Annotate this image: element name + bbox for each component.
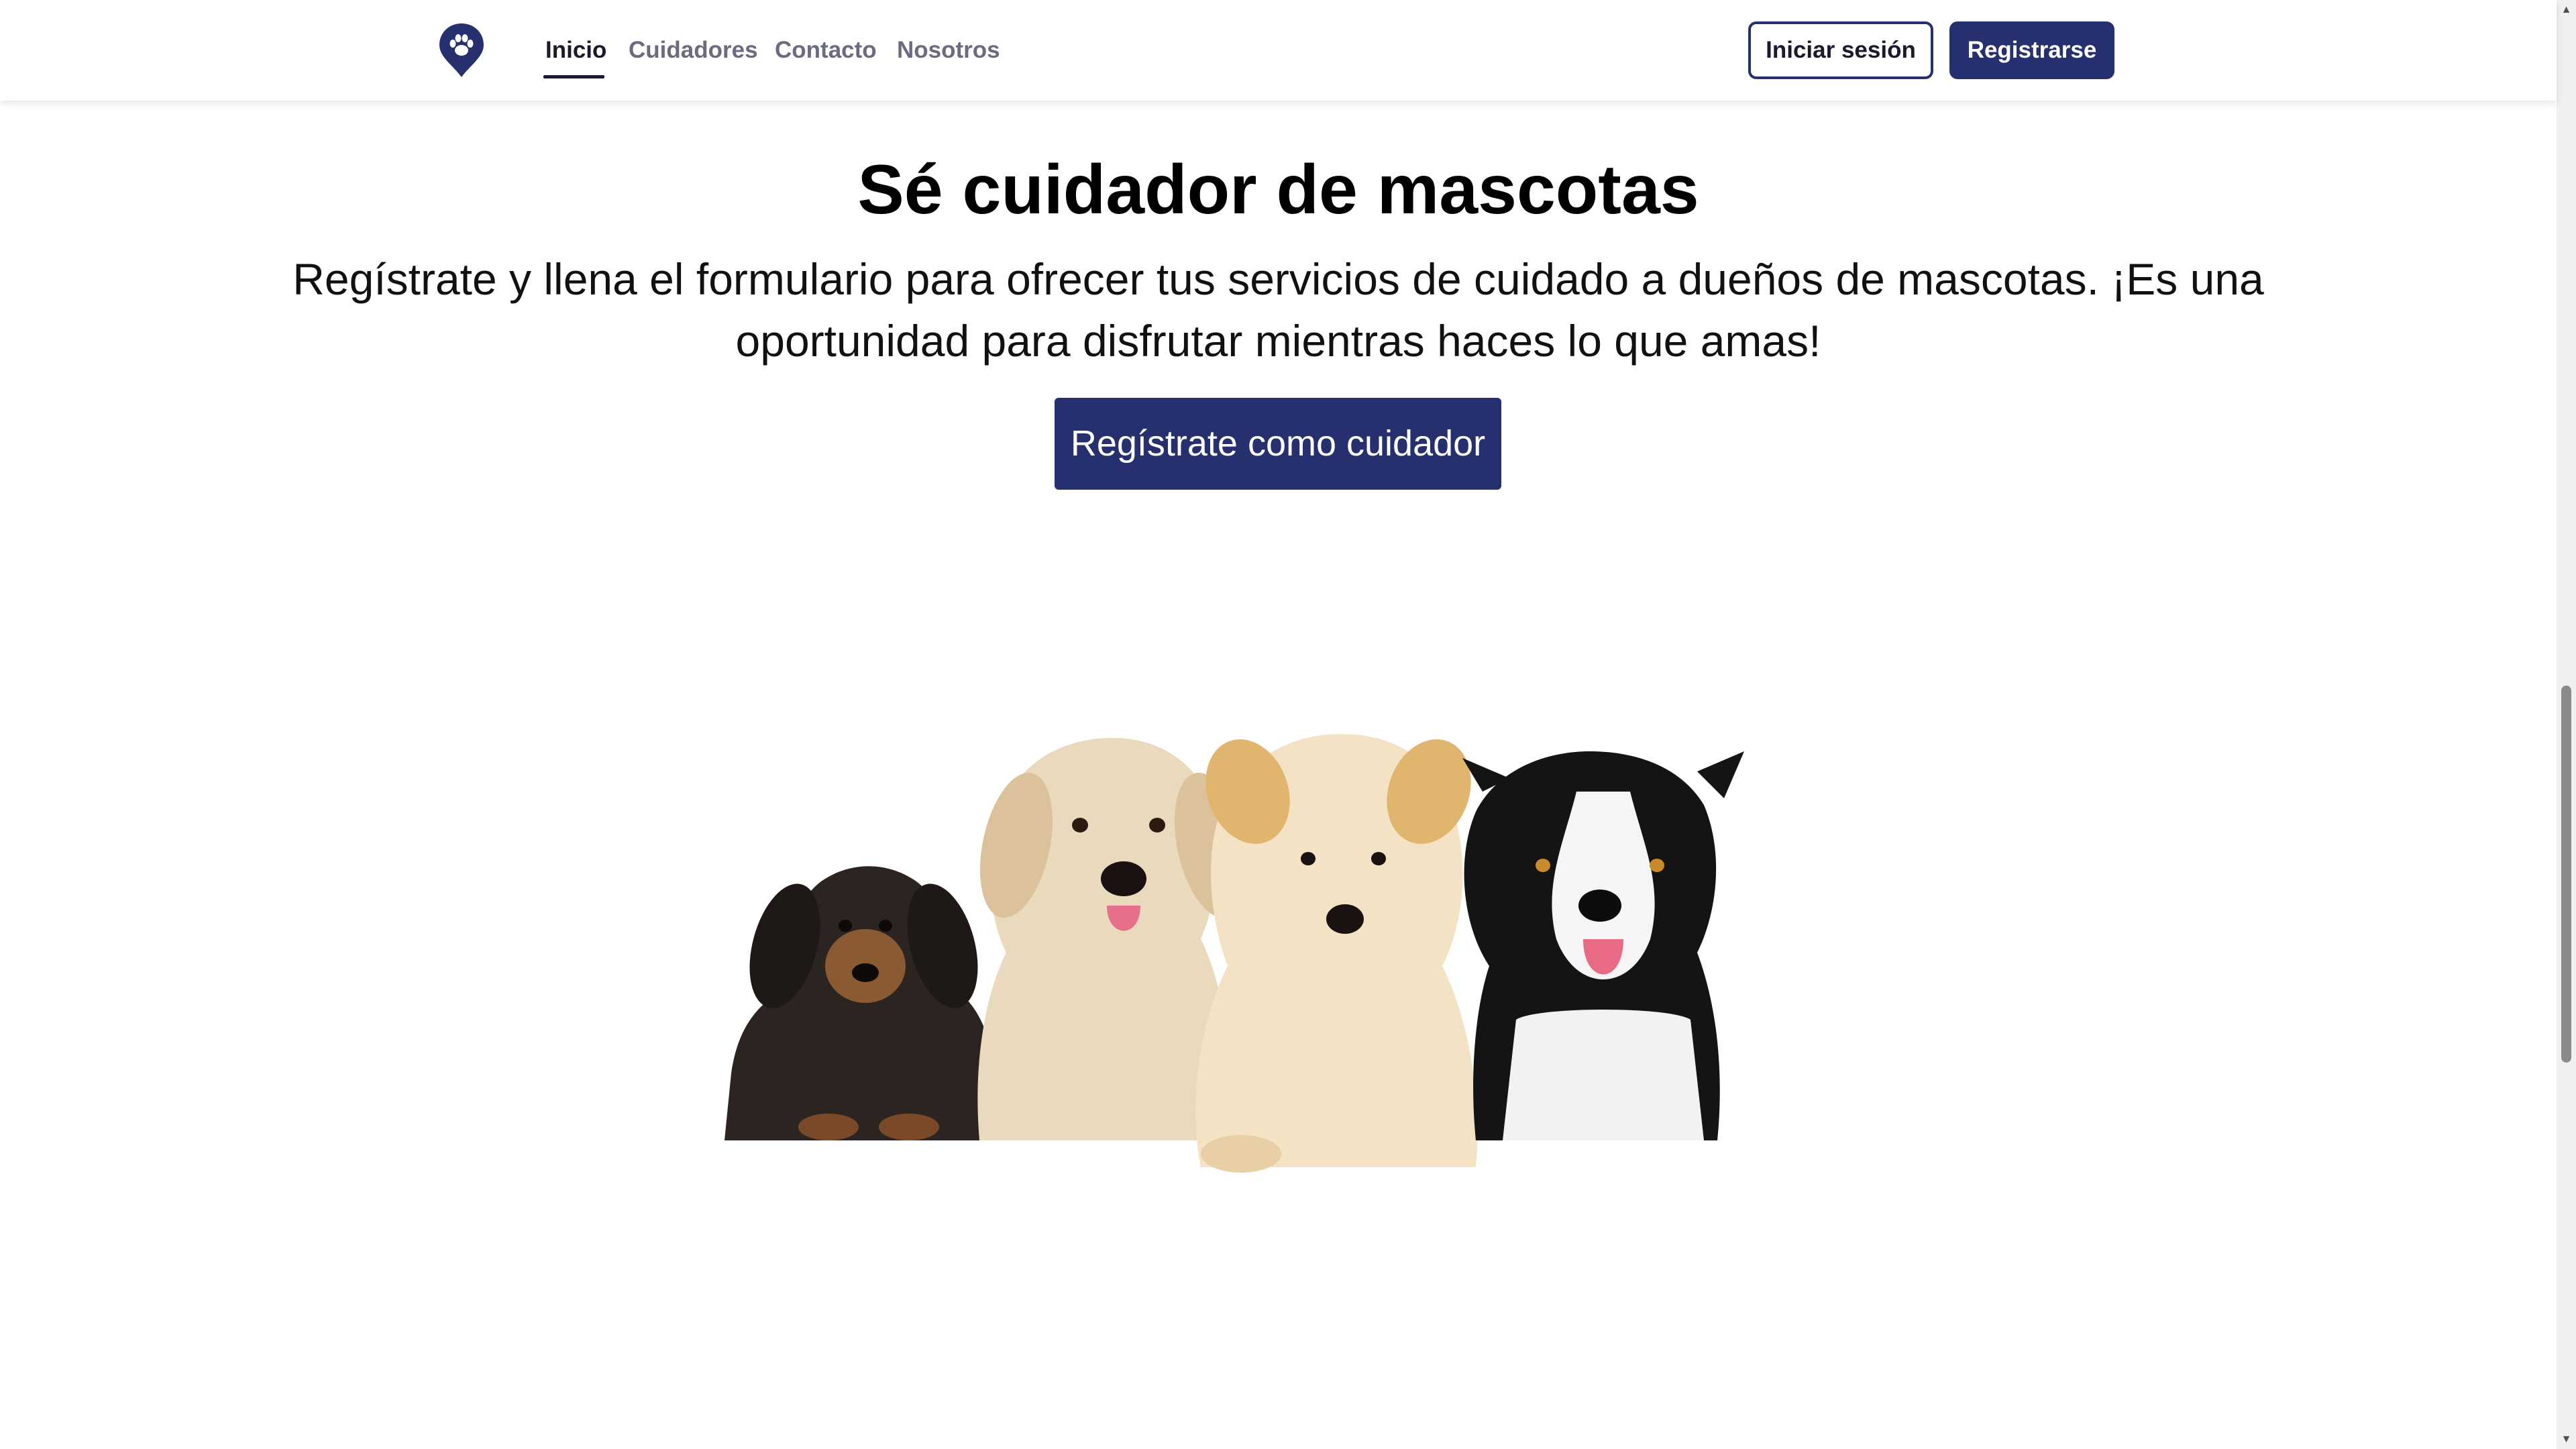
terrier-mix-dog	[1195, 734, 1478, 1173]
nav-link-nosotros[interactable]: Nosotros	[897, 32, 1000, 68]
register-as-caregiver-button[interactable]: Regístrate como cuidador	[1055, 398, 1501, 490]
hero-title: Sé cuidador de mascotas	[857, 151, 1699, 229]
nav-link-cuidadores[interactable]: Cuidadores	[629, 32, 758, 68]
active-nav-indicator	[543, 75, 604, 78]
dachshund-dog	[724, 866, 1003, 1140]
nav-link-inicio[interactable]: Inicio	[545, 32, 606, 68]
navbar: Inicio Cuidadores Contacto Nosotros Inic…	[0, 0, 2557, 101]
page: Inicio Cuidadores Contacto Nosotros Inic…	[0, 0, 2557, 1449]
border-collie-dog	[1462, 751, 1744, 1140]
nav-link-contacto[interactable]: Contacto	[775, 32, 877, 68]
paw-location-pin-icon[interactable]	[438, 22, 485, 78]
hero-description: Regístrate y llena el formulario para of…	[292, 254, 2264, 366]
register-button[interactable]: Registrarse	[1949, 21, 2114, 79]
scroll-down-arrow-icon[interactable]: ▼	[2557, 1430, 2576, 1449]
vertical-scrollbar[interactable]: ▲ ▼	[2557, 0, 2576, 1449]
dogs-image	[718, 590, 1831, 1187]
scroll-thumb[interactable]	[2561, 686, 2571, 1063]
login-button[interactable]: Iniciar sesión	[1748, 21, 1933, 79]
scroll-up-arrow-icon[interactable]: ▲	[2557, 0, 2576, 19]
